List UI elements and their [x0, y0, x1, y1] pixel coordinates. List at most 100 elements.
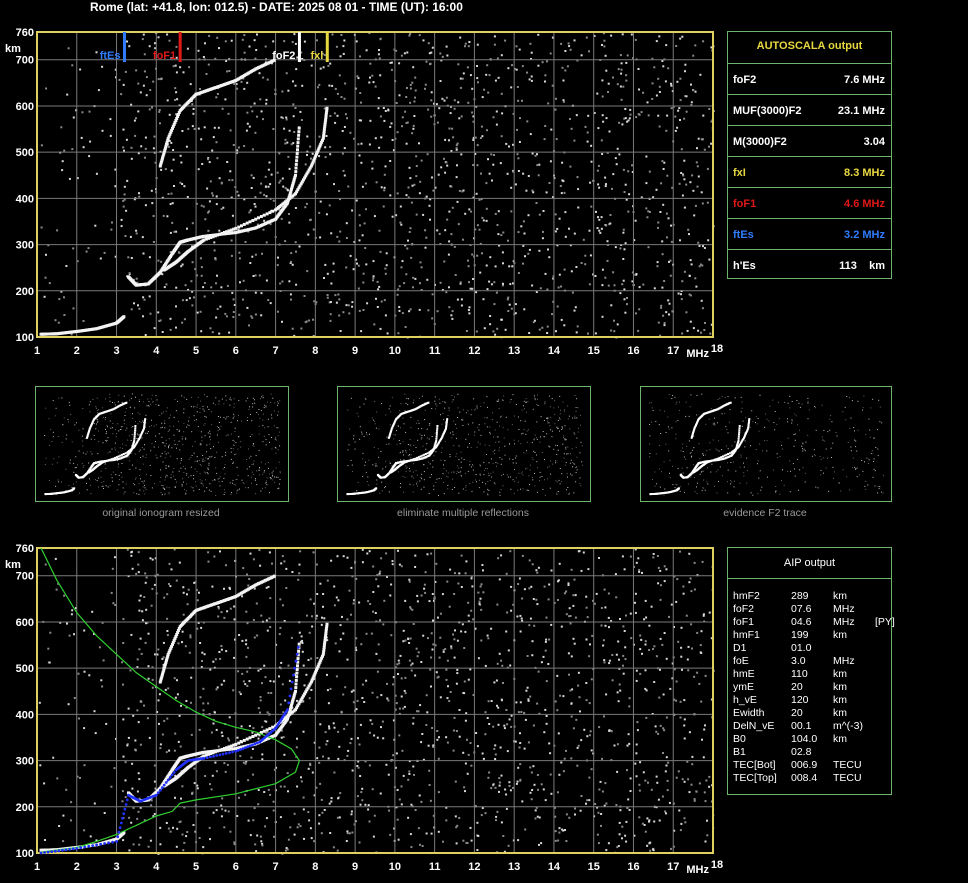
aip-value: 3.0	[791, 655, 806, 667]
trace-point	[122, 315, 126, 319]
trace-0	[39, 315, 126, 336]
trace-point	[248, 736, 252, 740]
aip-key: ymE	[733, 681, 754, 693]
y-axis-label: km	[5, 43, 21, 55]
aip-key: h_vE	[733, 694, 757, 706]
profile-point	[99, 842, 102, 846]
autoscala-value: 3.2 MHz	[844, 229, 885, 241]
profile-point	[91, 844, 95, 847]
aip-key: TEC[Top]	[733, 772, 777, 784]
profile-point	[215, 754, 219, 757]
trace-point	[294, 170, 298, 174]
thumb-eliminate	[337, 386, 591, 502]
noise-speckle	[40, 32, 715, 339]
profile-point	[212, 754, 216, 758]
x-tick-label: 18	[711, 343, 723, 355]
aip-row: D1 01.0	[733, 642, 891, 655]
trace-point	[268, 727, 272, 731]
aip-unit: m^(-3)	[833, 720, 864, 732]
autoscala-value: 4.6 MHz	[844, 198, 885, 210]
aip-row: h_vE 120 km	[733, 694, 891, 707]
x-tick-label: 12	[468, 345, 480, 357]
x-tick-label: 10	[389, 345, 401, 357]
x-tick-label: 15	[588, 861, 600, 873]
autoscala-label: M(3000)F2	[733, 136, 787, 148]
aip-value: 00.1	[791, 720, 812, 732]
aip-value: 02.8	[791, 746, 812, 758]
trace-point	[245, 737, 249, 741]
aip-chart: 1 2 3 4 5 6 7 8 9 10 11 12 13 14 15 16 17 18MHz1002003004…	[5, 543, 723, 876]
aip-row: B0 104.0 km	[733, 733, 891, 746]
profile-point	[111, 840, 114, 844]
trace-point	[254, 733, 258, 737]
y-tick-label: 600	[16, 101, 34, 113]
trace-point	[296, 664, 299, 668]
aip-unit: km	[833, 629, 847, 641]
aip-row: hmE 110 km	[733, 668, 891, 681]
trace-point	[237, 225, 241, 229]
aip-value: 20	[791, 681, 803, 693]
trace-point	[271, 209, 275, 213]
trace-point	[294, 173, 297, 177]
aip-key: hmF2	[733, 590, 760, 602]
profile-point	[221, 752, 225, 756]
trace-point	[257, 216, 260, 220]
profile-point	[122, 812, 126, 816]
autoscala-row-fxi: fxI 8.3 MHz	[728, 156, 891, 188]
trace-point	[234, 742, 238, 746]
profile-point	[292, 673, 295, 677]
trace-point	[272, 574, 276, 578]
x-tick-label: 14	[548, 345, 561, 357]
profile-point	[294, 659, 298, 663]
profile-point	[236, 749, 240, 752]
aip-row: ymE 20 km	[733, 681, 891, 694]
profile-point	[202, 756, 206, 760]
aip-value: 199	[791, 629, 809, 641]
autoscala-table: AUTOSCALA output foF2 7.6 MHz MUF(3000)F2 2…	[727, 31, 892, 279]
profile-point	[124, 803, 128, 806]
profile-point	[117, 830, 121, 834]
thumb-original	[35, 386, 289, 502]
y-tick-label: 300	[16, 240, 34, 252]
profile-point	[116, 835, 120, 839]
x-tick-label: 4	[153, 861, 160, 873]
profile-point	[168, 776, 172, 779]
profile-point	[288, 694, 292, 698]
x-tick-label: 8	[312, 861, 318, 873]
y-tick-label: 400	[16, 709, 34, 721]
profile-point	[43, 851, 46, 854]
trace-point	[262, 729, 266, 733]
trace-point	[325, 622, 329, 626]
autoscala-row-hes: h'Es 113 km	[728, 249, 891, 281]
x-tick-label: 14	[548, 861, 561, 873]
thumb-noise	[649, 393, 884, 496]
trace-point	[294, 686, 298, 690]
trace-point	[297, 133, 301, 137]
thumb-eliminate-image	[346, 393, 583, 496]
profile-point	[241, 747, 245, 750]
autoscala-row-ftes: ftEs 3.2 MHz	[728, 218, 891, 250]
trace-point	[294, 162, 298, 166]
x-tick-label: 12	[468, 861, 480, 873]
aip-unit: TECU	[833, 772, 862, 784]
profile-point	[244, 746, 247, 749]
x-tick-label: 7	[273, 345, 279, 357]
profile-point	[251, 743, 254, 747]
aip-key: B1	[733, 746, 746, 758]
trace-point	[296, 148, 299, 152]
trace-point	[251, 735, 255, 738]
ftEs-marker-label: ftEs	[100, 50, 121, 62]
trace-point	[242, 222, 246, 226]
autoscala-row-fof2: foF2 7.6 MHz	[728, 63, 891, 95]
trace-point	[240, 224, 243, 228]
trace-3	[158, 574, 276, 684]
trace-point	[295, 668, 299, 671]
aip-row: hmF1 199 km	[733, 629, 891, 642]
profile-point	[170, 773, 174, 777]
autoscala-row-m3000f2: M(3000)F2 3.04	[728, 125, 891, 157]
trace-point	[248, 220, 252, 224]
profile-point	[83, 845, 87, 849]
trace-point	[296, 144, 300, 148]
x-tick-label: 13	[508, 861, 520, 873]
trace-point	[296, 657, 300, 661]
